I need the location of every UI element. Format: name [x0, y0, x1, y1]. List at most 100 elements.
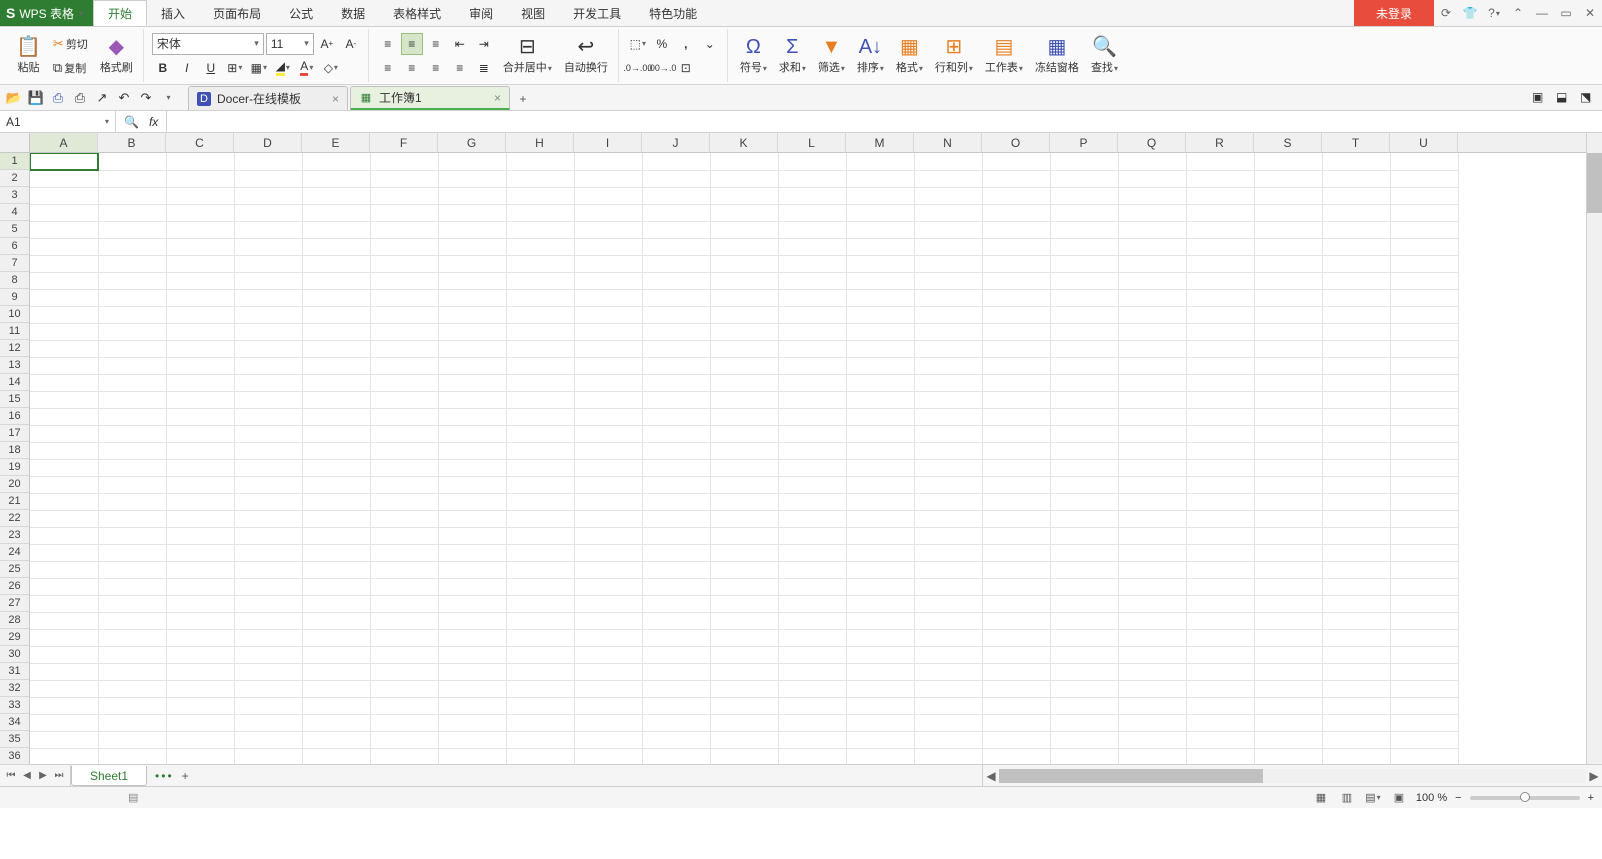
col-header-I[interactable]: I: [574, 133, 642, 152]
col-header-P[interactable]: P: [1050, 133, 1118, 152]
row-header-29[interactable]: 29: [0, 629, 29, 646]
align-distribute-button[interactable]: ≣: [473, 57, 495, 79]
col-header-L[interactable]: L: [778, 133, 846, 152]
hscroll-left-icon[interactable]: ◀: [983, 769, 999, 783]
maximize-icon[interactable]: ▭: [1554, 0, 1578, 26]
percent-button[interactable]: %: [651, 33, 673, 55]
type-convert-button[interactable]: ⊡: [675, 57, 697, 79]
format-button[interactable]: ▦格式▾: [892, 29, 927, 82]
row-header-34[interactable]: 34: [0, 714, 29, 731]
close-icon[interactable]: ✕: [1578, 0, 1602, 26]
clear-format-button[interactable]: ◇▾: [320, 57, 342, 79]
menu-page-layout[interactable]: 页面布局: [199, 0, 275, 26]
row-header-26[interactable]: 26: [0, 578, 29, 595]
col-header-M[interactable]: M: [846, 133, 914, 152]
tab-close-icon[interactable]: ×: [332, 92, 339, 106]
menu-formula[interactable]: 公式: [275, 0, 327, 26]
col-header-D[interactable]: D: [234, 133, 302, 152]
sync-icon[interactable]: ⟳: [1434, 0, 1458, 26]
sheet-prev-button[interactable]: ◀: [20, 770, 34, 781]
sheet-more-icon[interactable]: •••: [155, 769, 174, 783]
app-label[interactable]: S WPS 表格 ▾: [0, 0, 93, 26]
menu-insert[interactable]: 插入: [147, 0, 199, 26]
row-header-15[interactable]: 15: [0, 391, 29, 408]
align-justify-button[interactable]: ≡: [449, 57, 471, 79]
row-header-10[interactable]: 10: [0, 306, 29, 323]
freeze-button[interactable]: ▦冻结窗格: [1031, 29, 1083, 82]
row-header-30[interactable]: 30: [0, 646, 29, 663]
col-header-K[interactable]: K: [710, 133, 778, 152]
row-header-23[interactable]: 23: [0, 527, 29, 544]
font-name-select[interactable]: 宋体▾: [152, 33, 264, 55]
find-button[interactable]: 🔍查找▾: [1087, 29, 1122, 82]
horizontal-scrollbar[interactable]: ◀ ▶: [982, 765, 1602, 786]
share-icon[interactable]: ▣: [1532, 90, 1548, 106]
col-header-U[interactable]: U: [1390, 133, 1458, 152]
format-painter-button[interactable]: ◆ 格式刷: [96, 29, 137, 82]
row-header-28[interactable]: 28: [0, 612, 29, 629]
menu-table-style[interactable]: 表格样式: [379, 0, 455, 26]
menu-features[interactable]: 特色功能: [635, 0, 711, 26]
increase-font-button[interactable]: A+: [316, 33, 338, 55]
doc-tab-workbook[interactable]: ▦ 工作簿1 ×: [350, 86, 510, 110]
export-button[interactable]: ↗: [94, 90, 110, 106]
col-header-C[interactable]: C: [166, 133, 234, 152]
qat-more-button[interactable]: ▾: [160, 90, 176, 106]
tab-close-icon[interactable]: ×: [494, 91, 501, 105]
menu-review[interactable]: 审阅: [455, 0, 507, 26]
menu-start[interactable]: 开始: [93, 0, 147, 26]
zoom-value[interactable]: 100 %: [1416, 792, 1447, 804]
decrease-font-button[interactable]: A-: [340, 33, 362, 55]
col-header-T[interactable]: T: [1322, 133, 1390, 152]
sheet-first-button[interactable]: ⏮: [4, 770, 18, 781]
row-header-3[interactable]: 3: [0, 187, 29, 204]
row-header-20[interactable]: 20: [0, 476, 29, 493]
indent-increase-button[interactable]: ⇥: [473, 33, 495, 55]
filter-button[interactable]: ▼筛选▾: [814, 29, 849, 82]
zoom-thumb[interactable]: [1520, 792, 1530, 802]
thousand-sep-button[interactable]: ,: [675, 33, 697, 55]
vertical-scrollbar[interactable]: [1586, 133, 1602, 764]
row-header-22[interactable]: 22: [0, 510, 29, 527]
underline-button[interactable]: U: [200, 57, 222, 79]
col-header-J[interactable]: J: [642, 133, 710, 152]
hscroll-right-icon[interactable]: ▶: [1586, 769, 1602, 783]
more-icon[interactable]: ⬔: [1580, 90, 1596, 106]
open-button[interactable]: 📂: [6, 90, 22, 106]
align-bottom-button[interactable]: ≡: [425, 33, 447, 55]
view-break-button[interactable]: ▤▾: [1364, 790, 1382, 806]
col-header-F[interactable]: F: [370, 133, 438, 152]
row-header-7[interactable]: 7: [0, 255, 29, 272]
col-header-N[interactable]: N: [914, 133, 982, 152]
col-header-E[interactable]: E: [302, 133, 370, 152]
row-header-12[interactable]: 12: [0, 340, 29, 357]
redo-button[interactable]: ↷: [138, 90, 154, 106]
align-right-button[interactable]: ≡: [425, 57, 447, 79]
align-center-button[interactable]: ≡: [401, 57, 423, 79]
wrap-text-button[interactable]: ↩ 自动换行: [560, 29, 612, 82]
row-header-32[interactable]: 32: [0, 680, 29, 697]
login-badge[interactable]: 未登录: [1354, 0, 1434, 26]
sort-button[interactable]: A↓排序▾: [853, 29, 888, 82]
sum-button[interactable]: Σ求和▾: [775, 29, 810, 82]
zoom-slider[interactable]: [1470, 796, 1580, 800]
row-header-24[interactable]: 24: [0, 544, 29, 561]
zoom-in-button[interactable]: +: [1588, 792, 1594, 804]
ribbon-collapse-icon[interactable]: ⌃: [1506, 0, 1530, 26]
skin-icon[interactable]: 👕: [1458, 0, 1482, 26]
fx-icon[interactable]: fx: [149, 115, 158, 129]
cells-area[interactable]: [30, 153, 1586, 764]
merge-center-button[interactable]: ⊟ 合并居中▾: [499, 29, 556, 82]
row-header-35[interactable]: 35: [0, 731, 29, 748]
cell-style-button[interactable]: ▦▾: [248, 57, 270, 79]
font-color-button[interactable]: A▾: [296, 57, 318, 79]
search-icon[interactable]: 🔍: [124, 115, 139, 129]
align-top-button[interactable]: ≡: [377, 33, 399, 55]
number-format-button[interactable]: ⌄: [699, 33, 721, 55]
row-header-2[interactable]: 2: [0, 170, 29, 187]
row-header-31[interactable]: 31: [0, 663, 29, 680]
view-normal-button[interactable]: ▦: [1312, 790, 1330, 806]
col-header-S[interactable]: S: [1254, 133, 1322, 152]
align-left-button[interactable]: ≡: [377, 57, 399, 79]
menu-devtools[interactable]: 开发工具: [559, 0, 635, 26]
